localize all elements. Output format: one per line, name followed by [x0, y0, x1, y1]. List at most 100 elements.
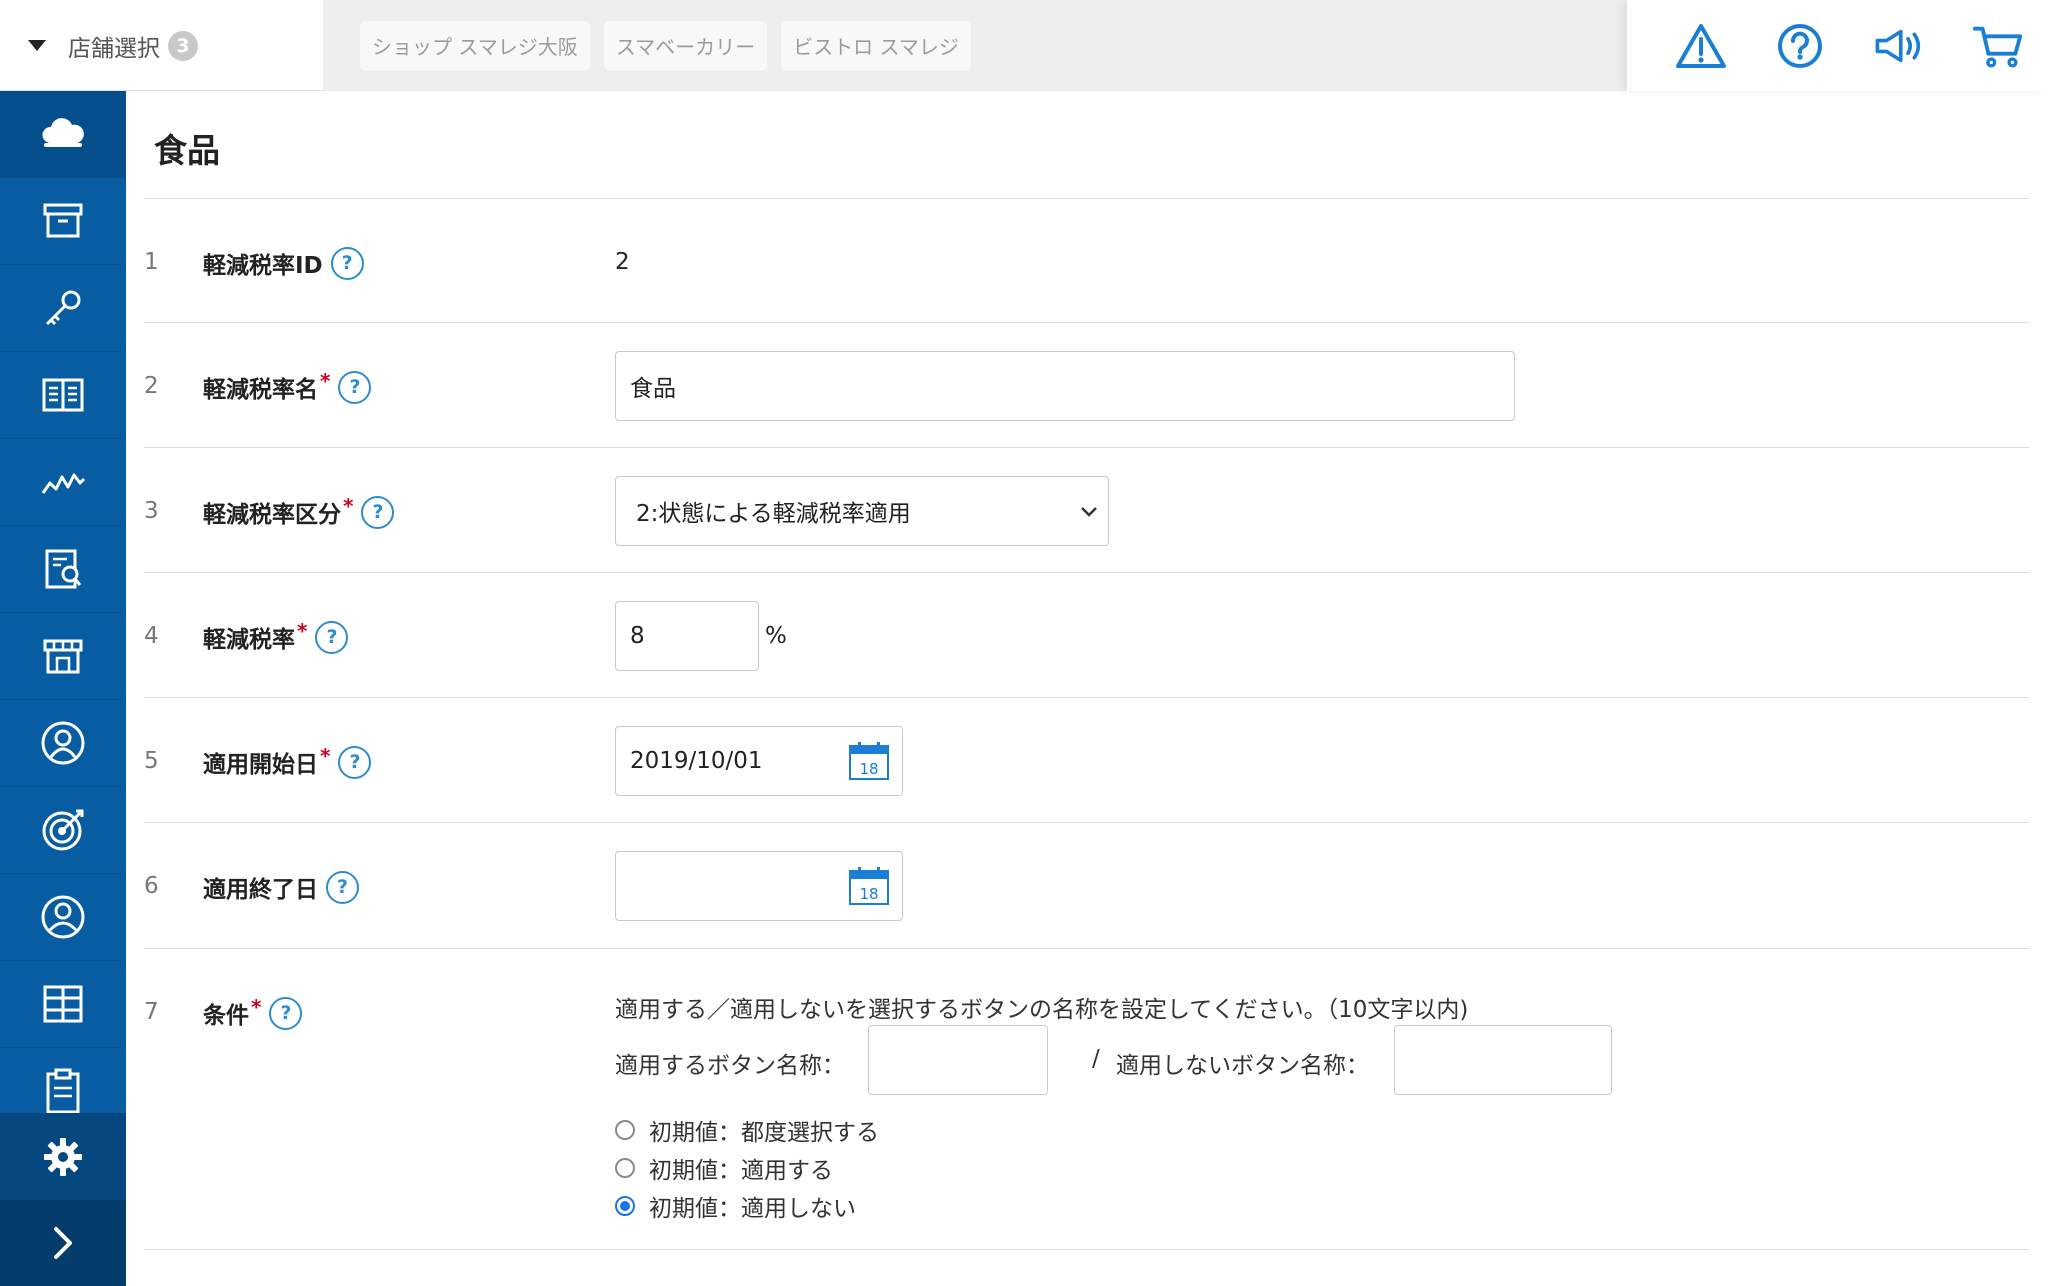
top-icon-bar [1627, 0, 2048, 91]
field-label-start-date: 適用開始日 * ? [203, 744, 372, 779]
warning-icon[interactable] [1674, 19, 1728, 73]
divider [144, 1249, 2029, 1250]
field-label-text: 軽減税率ID [203, 253, 323, 279]
field-label-text: 適用開始日 [203, 752, 318, 778]
required-mark: * [320, 369, 331, 393]
radio-button[interactable] [615, 1120, 635, 1140]
field-label-tax-category: 軽減税率区分 * ? [203, 494, 395, 529]
radio-button[interactable] [615, 1158, 635, 1178]
separator-slash: / [1092, 1046, 1100, 1072]
store-select-label: 店舗選択 [68, 35, 160, 62]
main-content: 食品 1 軽減税率ID ? 2 2 軽減税率名 * ? 食品 3 軽減税率区分 * … [126, 91, 2048, 1286]
radio-label: 初期値：適用する [649, 1158, 833, 1184]
megaphone-icon[interactable] [1872, 19, 1926, 73]
help-icon[interactable]: ? [326, 870, 359, 904]
tax-name-input[interactable]: 食品 [615, 351, 1515, 421]
field-label-text: 軽減税率名 [203, 377, 318, 403]
cart-icon[interactable] [1971, 19, 2025, 73]
grid-icon[interactable] [0, 961, 126, 1048]
help-icon[interactable]: ? [330, 246, 364, 280]
row-number: 1 [144, 249, 159, 275]
row-number: 5 [144, 748, 159, 774]
start-date-value: 2019/10/01 [630, 748, 763, 774]
field-label-text: 軽減税率 [203, 627, 295, 653]
sidebar [0, 91, 126, 1286]
cloud-icon[interactable] [0, 91, 126, 178]
chevron-down-icon [1081, 507, 1097, 517]
divider [144, 322, 2029, 323]
radio-default-apply[interactable]: 初期値：適用する [615, 1151, 833, 1185]
gear-icon[interactable] [0, 1113, 126, 1200]
customer-icon[interactable] [0, 874, 126, 961]
tax-id-value: 2 [615, 249, 630, 275]
row-number: 7 [144, 999, 159, 1025]
required-mark: * [297, 619, 308, 643]
radio-label: 初期値：都度選択する [649, 1120, 879, 1146]
field-label-text: 適用終了日 [203, 877, 318, 903]
calendar-icon[interactable]: 18 [848, 866, 890, 906]
help-icon[interactable]: ? [269, 996, 303, 1030]
field-label-condition: 条件 * ? [203, 995, 303, 1030]
required-mark: * [343, 494, 354, 518]
radio-default-choose-each-time[interactable]: 初期値：都度選択する [615, 1113, 879, 1147]
help-icon[interactable]: ? [361, 495, 395, 529]
required-mark: * [251, 995, 262, 1019]
radio-button[interactable] [615, 1196, 635, 1216]
apply-button-name-label: 適用するボタン名称： [615, 1053, 845, 1079]
store-tab-bistro[interactable]: ビストロ スマレジ [781, 20, 971, 71]
required-mark: * [320, 744, 331, 768]
divider [144, 572, 2029, 573]
start-date-input[interactable]: 2019/10/01 18 [615, 726, 903, 796]
store-select-dropdown[interactable]: 店舗選択 3 [0, 0, 323, 91]
divider [144, 447, 2029, 448]
field-label-end-date: 適用終了日 ? [203, 870, 359, 904]
field-label-tax-id: 軽減税率ID ? [203, 246, 364, 280]
row-number: 6 [144, 873, 159, 899]
page-title: 食品 [154, 131, 220, 170]
help-icon[interactable]: ? [315, 620, 349, 654]
radio-label: 初期値：適用しない [649, 1196, 856, 1222]
not-apply-button-name-label: 適用しないボタン名称： [1116, 1053, 1369, 1079]
field-label-text: 軽減税率区分 [203, 502, 341, 528]
field-label-text: 条件 [203, 1003, 249, 1029]
store-icon[interactable] [0, 613, 126, 700]
percent-unit: % [765, 623, 787, 649]
report-icon[interactable] [0, 526, 126, 613]
help-icon[interactable]: ? [338, 370, 372, 404]
target-icon[interactable] [0, 787, 126, 874]
chevron-right-icon[interactable] [0, 1200, 126, 1286]
row-number: 4 [144, 623, 159, 649]
tax-category-selected-value: 2:状態による軽減税率適用 [636, 501, 911, 527]
divider [144, 198, 2029, 199]
radio-default-not-apply[interactable]: 初期値：適用しない [615, 1189, 856, 1223]
field-label-tax-rate: 軽減税率 * ? [203, 619, 349, 654]
key-icon[interactable] [0, 265, 126, 352]
calendar-day: 18 [859, 760, 878, 778]
row-number: 2 [144, 373, 159, 399]
help-icon[interactable]: ? [338, 745, 372, 779]
apply-button-name-input[interactable] [868, 1025, 1048, 1095]
store-tab-bakery[interactable]: スマベーカリー [603, 20, 768, 71]
top-bar: 店舗選択 3 ショップ スマレジ大阪 スマベーカリー ビストロ スマレジ [0, 0, 2048, 91]
divider [144, 822, 2029, 823]
book-icon[interactable] [0, 352, 126, 439]
not-apply-button-name-input[interactable] [1394, 1025, 1612, 1095]
calendar-day: 18 [859, 885, 878, 903]
calendar-icon[interactable]: 18 [848, 741, 890, 781]
field-label-tax-name: 軽減税率名 * ? [203, 369, 372, 404]
selected-store-tabs: ショップ スマレジ大阪 スマベーカリー ビストロ スマレジ [323, 0, 1627, 91]
divider [144, 697, 2029, 698]
caret-down-icon [28, 40, 46, 51]
staff-icon[interactable] [0, 700, 126, 787]
divider [144, 948, 2029, 949]
archive-box-icon[interactable] [0, 178, 126, 265]
help-circle-icon[interactable] [1773, 19, 1827, 73]
store-count-badge: 3 [168, 30, 198, 61]
store-tab-osaka[interactable]: ショップ スマレジ大阪 [360, 20, 590, 71]
end-date-input[interactable]: 18 [615, 851, 903, 921]
tax-category-select[interactable]: 2:状態による軽減税率適用 [615, 476, 1109, 546]
chart-icon[interactable] [0, 439, 126, 526]
tax-rate-input[interactable]: 8 [615, 601, 759, 671]
clipboard-icon[interactable] [0, 1048, 126, 1118]
row-number: 3 [144, 498, 159, 524]
